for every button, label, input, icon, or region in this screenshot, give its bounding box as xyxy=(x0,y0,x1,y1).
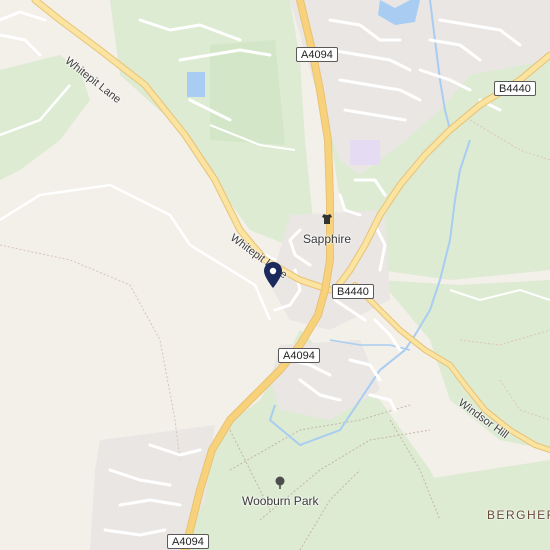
poi-label-sapphire[interactable]: Sapphire xyxy=(303,232,351,246)
place-label-bergher: BERGHER xyxy=(487,508,550,522)
road-shield-a4094-top: A4094 xyxy=(296,47,338,62)
clothing-store-icon[interactable] xyxy=(321,213,333,225)
tree-park-icon[interactable] xyxy=(274,476,286,490)
road-shield-b4440-center: B4440 xyxy=(332,284,374,299)
map-view[interactable]: Whitepit Lane Whitepit Lane Windsor Hill… xyxy=(0,0,550,550)
road-shield-a4094-mid: A4094 xyxy=(278,348,320,363)
park-label-wooburn[interactable]: Wooburn Park xyxy=(242,494,318,508)
location-pin-icon[interactable] xyxy=(263,261,283,289)
road-shield-b4440-top: B4440 xyxy=(494,81,536,96)
road-shield-a4094-bottom: A4094 xyxy=(167,534,209,549)
